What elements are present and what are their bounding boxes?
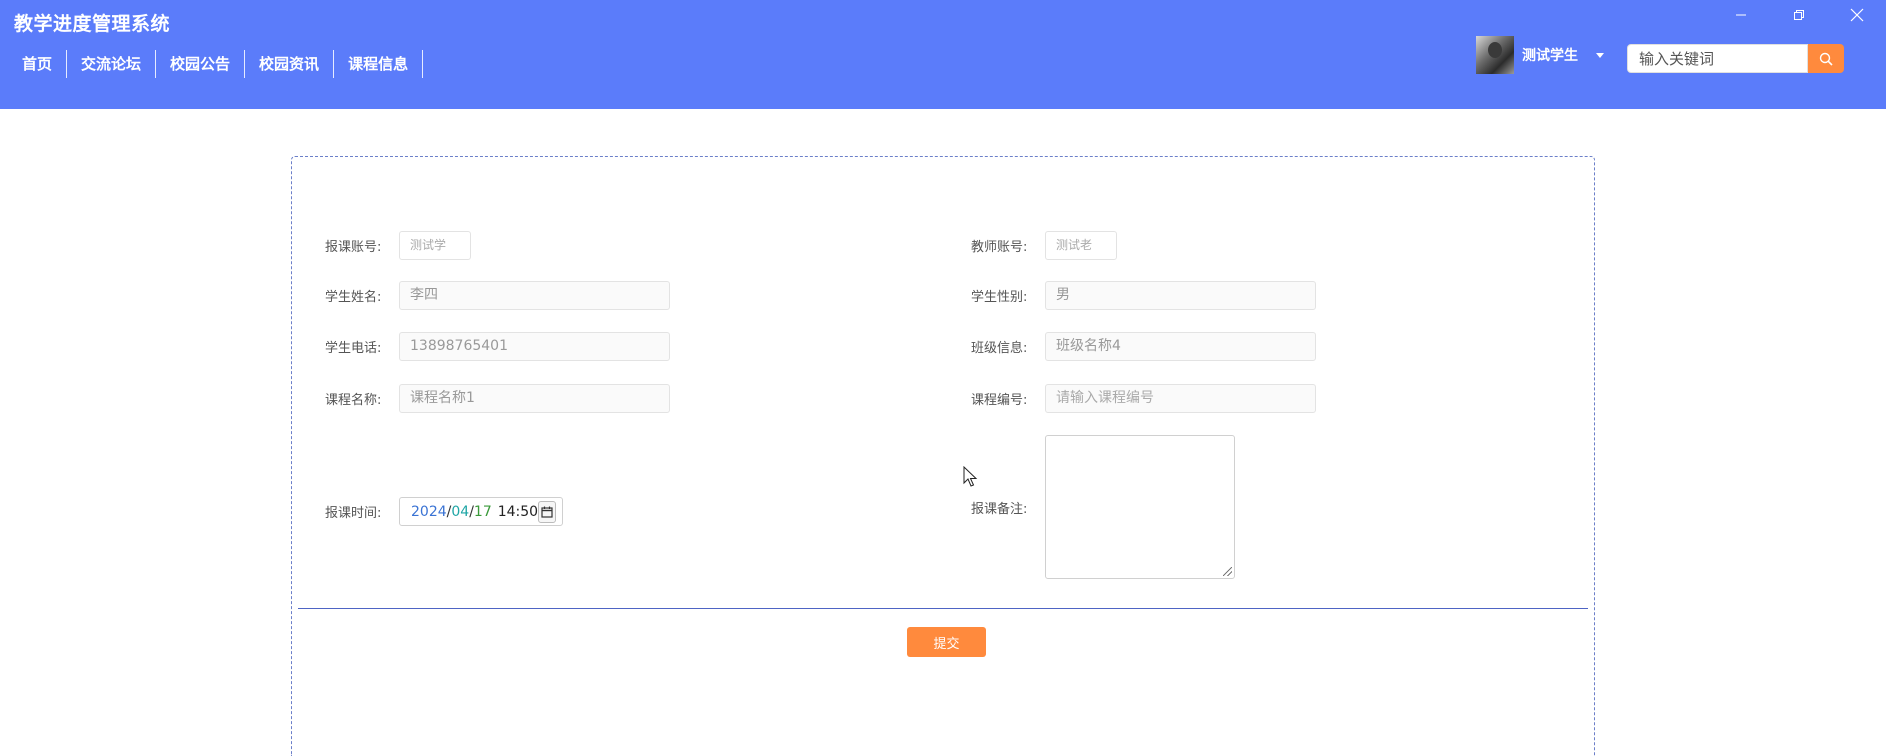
student-phone-label: 学生电话: bbox=[325, 341, 382, 356]
field-course-code: 课程编号: 请输入课程编号 bbox=[971, 384, 1316, 413]
minimize-icon bbox=[1736, 14, 1746, 16]
app-title: 教学进度管理系统 bbox=[14, 13, 171, 35]
resize-handle[interactable] bbox=[1223, 567, 1232, 576]
student-name-label: 学生姓名: bbox=[325, 290, 382, 305]
search-input[interactable] bbox=[1627, 44, 1808, 73]
field-student-name: 学生姓名: 李四 bbox=[325, 281, 670, 310]
field-student-phone: 学生电话: 13898765401 bbox=[325, 332, 670, 361]
student-phone-input[interactable]: 13898765401 bbox=[399, 332, 670, 361]
nav-item-announcements[interactable]: 校园公告 bbox=[156, 50, 246, 78]
enroll-form: 报课账号: 测试学 教师账号: 测试老 学生姓名: 李四 学生性别: 男 学生电… bbox=[291, 156, 1595, 756]
search-button[interactable] bbox=[1808, 44, 1844, 73]
enroll-time-label: 报课时间: bbox=[325, 506, 382, 521]
student-gender-label: 学生性别: bbox=[971, 290, 1028, 305]
field-enroll-time: 报课时间: 2024/04/17 14:50 bbox=[325, 497, 563, 526]
submit-button[interactable]: 提交 bbox=[907, 627, 986, 657]
field-teacher-account: 教师账号: 测试老 bbox=[971, 231, 1117, 260]
window-controls bbox=[1712, 4, 1886, 26]
nav-item-news[interactable]: 校园资讯 bbox=[245, 50, 335, 78]
class-info-input[interactable]: 班级名称4 bbox=[1045, 332, 1316, 361]
search-box bbox=[1627, 44, 1844, 73]
avatar[interactable] bbox=[1476, 36, 1514, 74]
nav-item-forum[interactable]: 交流论坛 bbox=[67, 50, 157, 78]
date-day[interactable]: 17 bbox=[474, 504, 492, 520]
nav-item-courses[interactable]: 课程信息 bbox=[334, 50, 424, 78]
enroll-time-input[interactable]: 2024/04/17 14:50 bbox=[399, 497, 563, 526]
field-enroll-account: 报课账号: 测试学 bbox=[325, 231, 471, 260]
calendar-icon bbox=[541, 506, 553, 518]
search-icon bbox=[1819, 52, 1833, 66]
header-bar: 教学进度管理系统 首页 交流论坛 校园公告 校园资讯 课程信息 测试学生 输入关… bbox=[0, 0, 1886, 109]
enroll-note-label: 报课备注: bbox=[971, 501, 1028, 517]
course-code-label: 课程编号: bbox=[971, 393, 1028, 408]
teacher-account-input[interactable]: 测试老 bbox=[1045, 231, 1117, 260]
student-name-input[interactable]: 李四 bbox=[399, 281, 670, 310]
field-enroll-note: 报课备注: bbox=[971, 435, 1235, 579]
enroll-note-textarea[interactable] bbox=[1045, 435, 1235, 579]
user-name[interactable]: 测试学生 bbox=[1522, 45, 1578, 65]
enroll-account-input[interactable]: 测试学 bbox=[399, 231, 471, 260]
restore-button[interactable] bbox=[1770, 4, 1828, 26]
restore-icon bbox=[1794, 10, 1804, 20]
close-icon bbox=[1850, 8, 1864, 22]
form-divider bbox=[298, 608, 1588, 609]
student-gender-input[interactable]: 男 bbox=[1045, 281, 1316, 310]
course-code-input[interactable]: 请输入课程编号 bbox=[1045, 384, 1316, 413]
course-name-label: 课程名称: bbox=[325, 393, 382, 408]
chevron-down-icon[interactable] bbox=[1596, 52, 1604, 58]
class-info-label: 班级信息: bbox=[971, 341, 1028, 356]
date-time[interactable]: 14:50 bbox=[498, 504, 538, 520]
field-course-name: 课程名称: 课程名称1 bbox=[325, 384, 670, 413]
course-name-input[interactable]: 课程名称1 bbox=[399, 384, 670, 413]
main-nav: 首页 交流论坛 校园公告 校园资讯 课程信息 bbox=[10, 50, 424, 78]
user-menu[interactable]: 测试学生 bbox=[1476, 36, 1604, 74]
teacher-account-label: 教师账号: bbox=[971, 240, 1028, 255]
calendar-button[interactable] bbox=[538, 500, 556, 523]
date-month[interactable]: 04 bbox=[451, 504, 469, 520]
minimize-button[interactable] bbox=[1712, 4, 1770, 26]
close-button[interactable] bbox=[1828, 4, 1886, 26]
field-class-info: 班级信息: 班级名称4 bbox=[971, 332, 1316, 361]
date-year[interactable]: 2024 bbox=[411, 504, 447, 520]
field-student-gender: 学生性别: 男 bbox=[971, 281, 1316, 310]
enroll-account-label: 报课账号: bbox=[325, 240, 382, 255]
nav-item-home[interactable]: 首页 bbox=[10, 50, 68, 78]
